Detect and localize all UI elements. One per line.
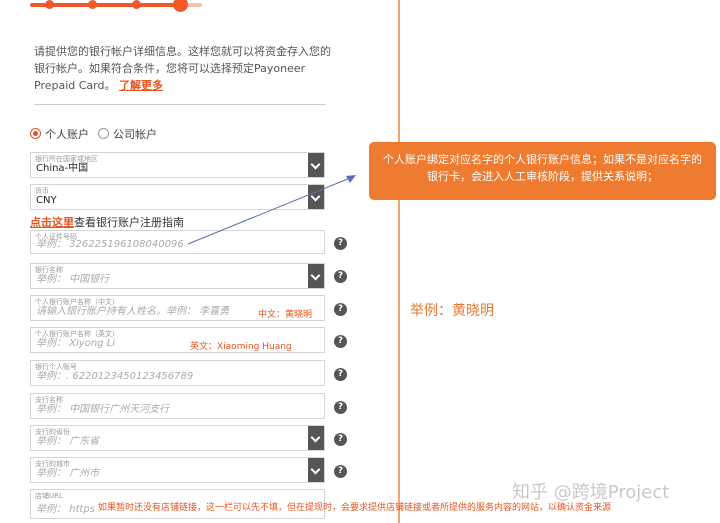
store-url-note: 如果暂时还没有店铺链接，这一栏可以先不填，但在提现时，会要求提供店铺链接或者所提… [98, 503, 612, 513]
annotation-arrow [187, 175, 356, 245]
example-name: 举例：黄晓明 [410, 303, 494, 319]
callout-box: 个人账户绑定对应名字的个人银行账户信息；如果不是对应名字的银行卡，会进入人工审核… [369, 142, 716, 200]
